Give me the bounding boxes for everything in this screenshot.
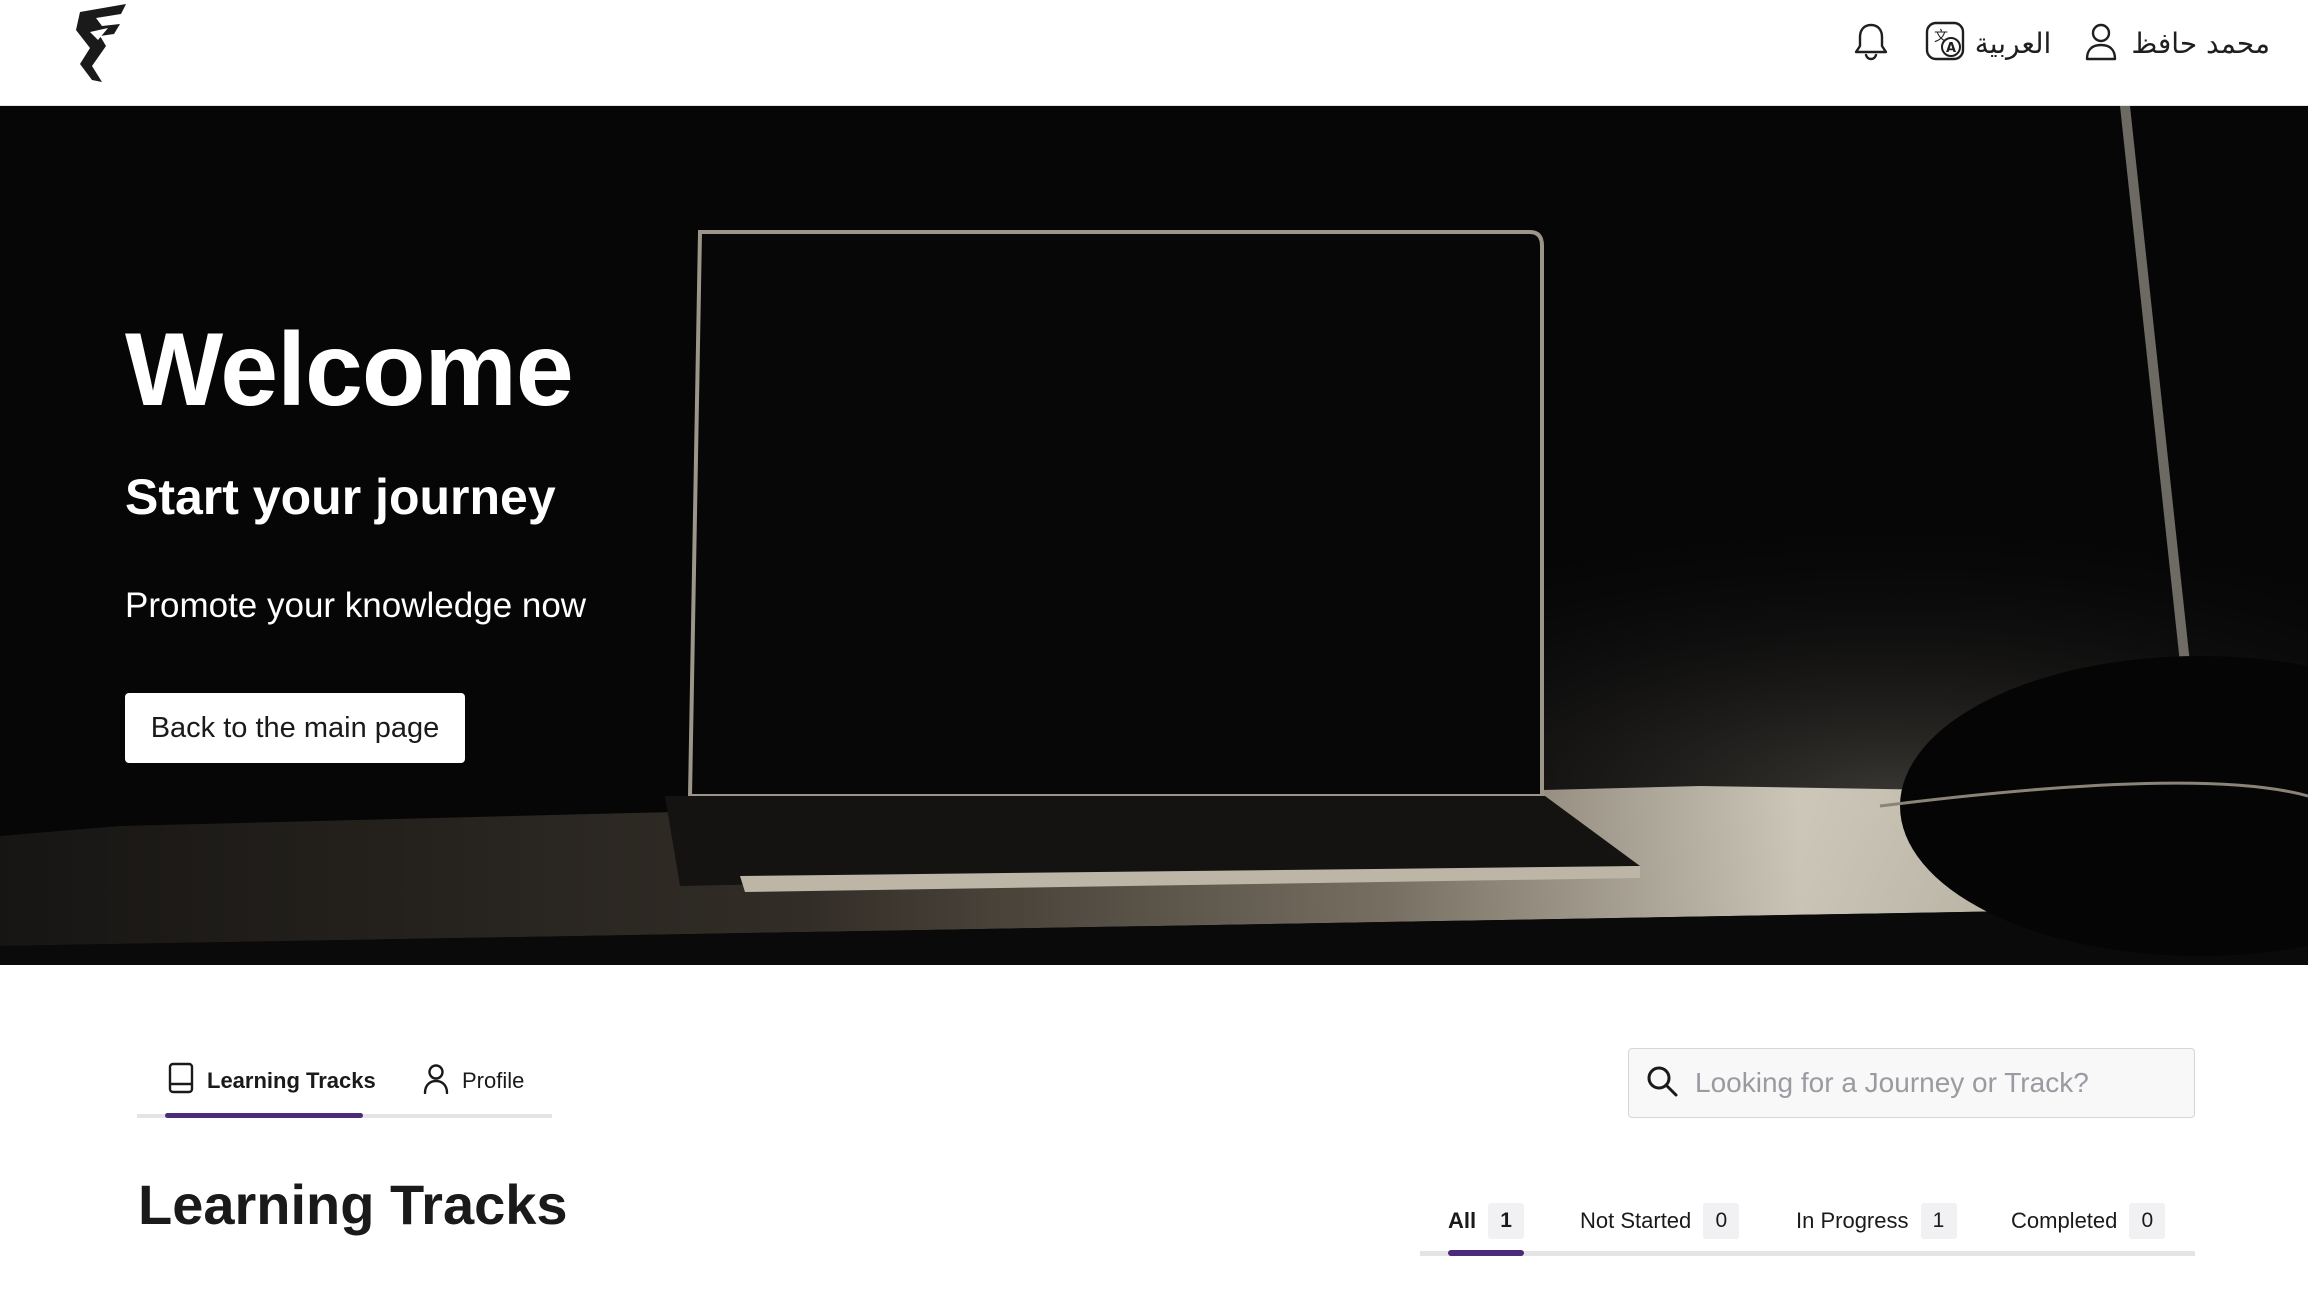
section-title: Learning Tracks <box>138 1173 568 1236</box>
status-filter-tabs: All 1 Not Started 0 In Progress 1 Comple… <box>1420 1198 2195 1256</box>
language-label: العربية <box>1974 26 2052 60</box>
search-input[interactable] <box>1695 1067 2175 1099</box>
filter-tab-in-progress-label: In Progress <box>1796 1208 1909 1233</box>
logo-icon[interactable] <box>72 4 134 82</box>
hero-background-image <box>0 106 2308 965</box>
hero-banner: Welcome Start your journey Promote your … <box>0 106 2308 965</box>
filter-tab-all-count: 1 <box>1488 1203 1525 1239</box>
tab-profile[interactable]: Profile <box>422 1062 524 1100</box>
filter-tab-completed-count: 0 <box>2129 1203 2166 1239</box>
top-navigation-bar: 文 A العربية محمد حافظ <box>0 0 2308 106</box>
active-tab-indicator <box>165 1113 363 1118</box>
filter-tab-not-started-count: 0 <box>1703 1203 1740 1239</box>
notifications-button[interactable] <box>1851 18 1891 68</box>
tab-learning-tracks-label: Learning Tracks <box>207 1068 376 1093</box>
user-icon <box>422 1062 450 1100</box>
hero-description: Promote your knowledge now <box>125 586 587 625</box>
filter-tab-all[interactable]: All 1 <box>1448 1203 1525 1239</box>
search-box <box>1628 1048 2195 1118</box>
translate-icon: 文 A <box>1925 21 1965 66</box>
svg-text:A: A <box>1946 41 1956 56</box>
tab-learning-tracks[interactable]: Learning Tracks <box>167 1062 376 1100</box>
back-to-main-page-button[interactable]: Back to the main page <box>125 693 465 763</box>
profile-tabs: Learning Tracks Profile <box>137 1040 552 1118</box>
bell-icon <box>1853 21 1889 66</box>
user-name: محمد حافظ <box>2131 26 2270 60</box>
hero-title: Welcome <box>125 312 574 428</box>
tab-profile-label: Profile <box>462 1068 525 1093</box>
filter-tab-not-started[interactable]: Not Started 0 <box>1580 1203 1740 1239</box>
filter-tab-in-progress[interactable]: In Progress 1 <box>1796 1203 1957 1239</box>
active-filter-indicator <box>1448 1250 1524 1256</box>
tablet-icon <box>167 1062 195 1100</box>
filter-tab-not-started-label: Not Started <box>1580 1208 1692 1233</box>
hero-subtitle: Start your journey <box>125 469 556 525</box>
filter-tab-completed[interactable]: Completed 0 <box>2011 1203 2166 1239</box>
filter-tab-completed-label: Completed <box>2011 1208 2118 1233</box>
user-menu[interactable]: محمد حافظ <box>2083 21 2270 66</box>
filter-tab-all-label: All <box>1448 1208 1477 1233</box>
filter-tab-in-progress-count: 1 <box>1920 1203 1957 1239</box>
language-switcher[interactable]: 文 A العربية <box>1925 21 2052 66</box>
search-icon <box>1645 1064 1679 1103</box>
user-icon <box>2083 21 2119 66</box>
